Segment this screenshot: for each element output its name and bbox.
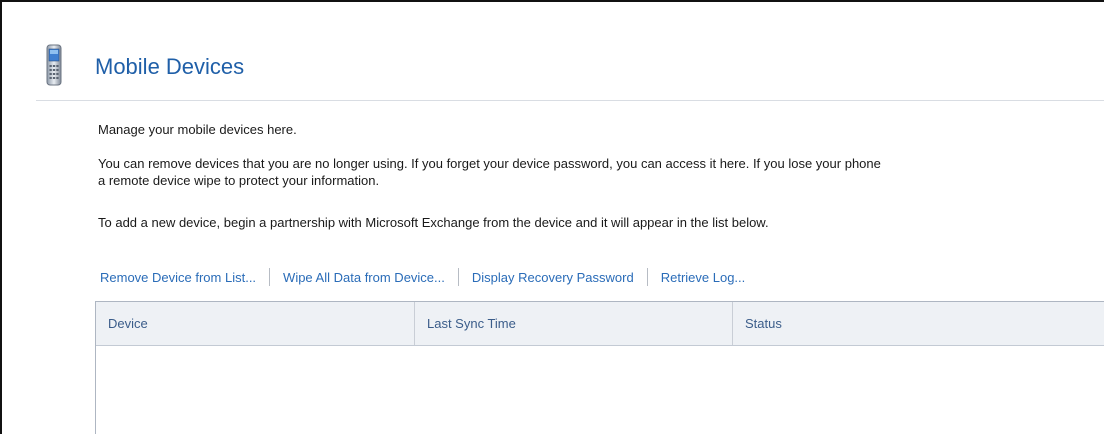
column-header-device[interactable]: Device — [96, 302, 414, 345]
intro-remove-text: You can remove devices that you are no l… — [98, 155, 881, 189]
intro-remove-line-continued: a remote device wipe to protect your inf… — [98, 173, 380, 188]
page-title: Mobile Devices — [95, 54, 245, 79]
column-header-last-sync-time[interactable]: Last Sync Time — [414, 302, 732, 345]
intro-add-device-text: To add a new device, begin a partnership… — [98, 215, 769, 230]
mobile-phone-icon — [46, 44, 62, 86]
window-frame: Mobile Devices Manage your mobile device… — [0, 0, 1104, 434]
retrieve-log-link[interactable]: Retrieve Log... — [661, 270, 746, 285]
table-header-row: Device Last Sync Time Status — [96, 302, 1104, 346]
device-actions-toolbar: Remove Device from List... Wipe All Data… — [100, 268, 745, 286]
wipe-device-link[interactable]: Wipe All Data from Device... — [283, 270, 445, 285]
intro-manage-text: Manage your mobile devices here. — [98, 122, 297, 137]
remove-device-link[interactable]: Remove Device from List... — [100, 270, 256, 285]
toolbar-divider — [269, 268, 271, 286]
page-header: Mobile Devices — [36, 42, 1104, 101]
intro-remove-line: You can remove devices that you are no l… — [98, 156, 881, 171]
toolbar-divider — [646, 268, 648, 286]
column-header-status[interactable]: Status — [732, 302, 1104, 345]
recovery-password-link[interactable]: Display Recovery Password — [472, 270, 634, 285]
devices-table: Device Last Sync Time Status — [95, 301, 1104, 434]
toolbar-divider — [457, 268, 459, 286]
